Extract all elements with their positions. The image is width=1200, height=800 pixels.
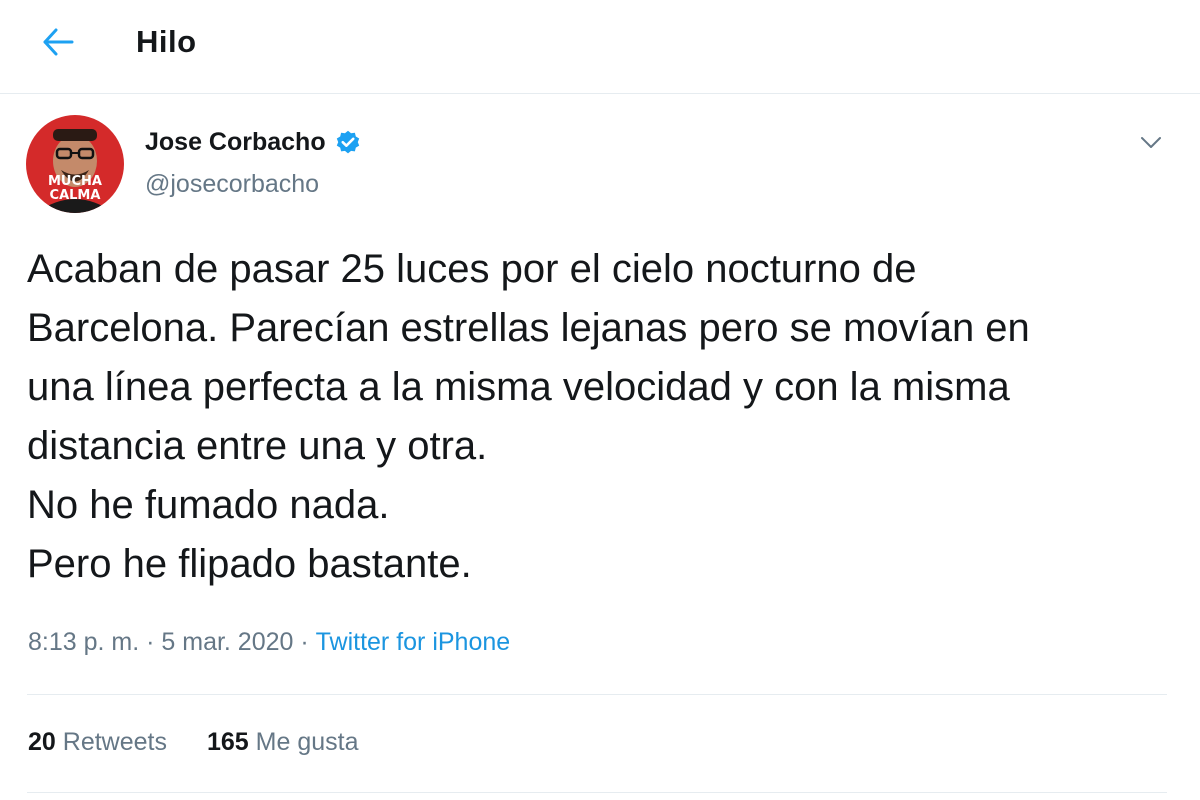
page-title: Hilo	[136, 24, 197, 59]
tweet-meta: 8:13 p. m. · 5 mar. 2020 · Twitter for i…	[28, 628, 510, 657]
divider	[27, 694, 1167, 695]
divider	[27, 792, 1167, 793]
retweets-label: Retweets	[62, 728, 167, 756]
tweet-date[interactable]: 5 mar. 2020	[161, 628, 293, 657]
retweets-stat[interactable]: 20 Retweets	[28, 728, 167, 757]
back-button[interactable]	[30, 18, 86, 66]
author-name-link[interactable]: Jose Corbacho	[145, 128, 362, 157]
avatar-text-line1: MUCHA	[48, 174, 102, 189]
author-handle[interactable]: @josecorbacho	[145, 170, 319, 199]
likes-stat[interactable]: 165 Me gusta	[207, 728, 359, 757]
meta-separator: ·	[293, 628, 316, 656]
likes-label: Me gusta	[255, 728, 359, 756]
tweet-source-link[interactable]: Twitter for iPhone	[316, 628, 511, 657]
tweet-time[interactable]: 8:13 p. m.	[28, 628, 139, 657]
meta-separator: ·	[139, 628, 162, 656]
retweets-count: 20	[28, 728, 56, 756]
thread-header: Hilo	[0, 0, 1200, 94]
likes-count: 165	[206, 728, 249, 756]
verified-badge-icon	[334, 129, 362, 157]
avatar-text-line2: CALMA	[50, 188, 101, 203]
tweet-stats: 20 Retweets 165 Me gusta	[28, 728, 359, 757]
arrow-left-icon	[43, 28, 74, 56]
tweet-text: Acaban de pasar 25 luces por el cielo no…	[27, 247, 1030, 586]
avatar[interactable]: MUCHA CALMA	[26, 115, 124, 213]
more-options-button[interactable]	[1134, 126, 1168, 160]
chevron-down-icon	[1141, 137, 1161, 148]
author-name: Jose Corbacho	[145, 128, 326, 156]
